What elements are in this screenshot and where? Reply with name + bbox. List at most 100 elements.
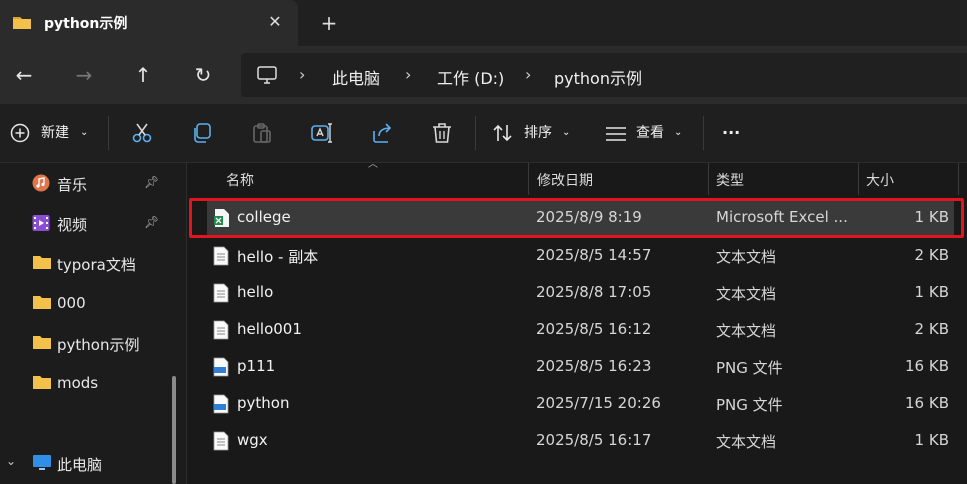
folder-icon	[12, 14, 32, 34]
file-name: python	[237, 394, 290, 412]
file-row[interactable]: p111 2025/8/5 16:23 PNG 文件 16 KB	[187, 348, 967, 385]
folder-icon	[32, 294, 52, 314]
text-file-icon	[213, 246, 229, 270]
computer-icon	[32, 454, 52, 476]
file-name: hello001	[237, 320, 302, 338]
sidebar-item-this-pc[interactable]: ⌄ 此电脑	[0, 446, 186, 480]
copy-icon	[191, 122, 213, 155]
close-tab-icon[interactable]: ✕	[263, 10, 287, 34]
sidebar-item-label: 此电脑	[57, 456, 103, 474]
sidebar-item-label: typora文档	[57, 256, 136, 274]
navigation-pane: 音乐 📌︎ 视频 📌︎ typora文档 000 python示例 mods ⌄	[0, 163, 186, 484]
file-size: 16 KB	[905, 394, 949, 412]
file-size: 1 KB	[914, 283, 949, 301]
clipboard-icon	[251, 122, 273, 155]
png-file-icon	[213, 394, 229, 418]
command-bar: 新建 ⌄ 排序 ⌄ 查看 ⌄ ···	[0, 104, 967, 163]
file-type: 文本文档	[716, 285, 777, 303]
highlight-box	[189, 198, 964, 238]
breadcrumb-python-example[interactable]: python示例	[554, 65, 642, 89]
sidebar-item-label: mods	[57, 374, 99, 392]
file-date: 2025/8/5 16:12	[536, 320, 652, 338]
pin-icon: 📌︎	[144, 215, 160, 229]
file-name: hello - 副本	[237, 248, 319, 266]
chevron-down-icon: ⌄	[674, 127, 683, 138]
delete-button[interactable]	[429, 118, 455, 148]
file-size: 2 KB	[914, 246, 949, 264]
refresh-button[interactable]: ↻	[188, 60, 218, 90]
file-row[interactable]: hello 2025/8/8 17:05 文本文档 1 KB	[187, 274, 967, 311]
file-date: 2025/8/5 16:23	[536, 357, 652, 375]
breadcrumb-separator: ›	[405, 65, 412, 84]
paste-button[interactable]	[249, 118, 275, 148]
tab-bar: python示例 ✕ +	[0, 0, 967, 46]
file-row[interactable]: hello001 2025/8/5 16:12 文本文档 2 KB	[187, 311, 967, 348]
video-icon	[32, 214, 50, 236]
file-name: wgx	[237, 431, 268, 449]
navigation-bar: ← → ↑ ↻ › 此电脑 › 工作 (D:) › python示例	[0, 46, 967, 104]
column-divider[interactable]	[858, 163, 859, 195]
file-row[interactable]: wgx 2025/8/5 16:17 文本文档 1 KB	[187, 422, 967, 459]
sort-ascending-icon: ︿	[368, 159, 378, 170]
share-button[interactable]	[369, 118, 395, 148]
file-type: 文本文档	[716, 322, 777, 340]
monitor-icon	[257, 66, 277, 88]
file-type: PNG 文件	[716, 359, 783, 377]
share-icon	[371, 122, 393, 155]
text-file-icon	[213, 320, 229, 344]
sidebar-item-000[interactable]: 000	[0, 286, 186, 320]
file-row[interactable]: python 2025/7/15 20:26 PNG 文件 16 KB	[187, 385, 967, 422]
pin-icon: 📌︎	[144, 175, 160, 189]
copy-button[interactable]	[189, 118, 215, 148]
breadcrumb-this-pc[interactable]: 此电脑	[332, 65, 380, 89]
png-file-icon	[213, 357, 229, 381]
sidebar-item-typora[interactable]: typora文档	[0, 246, 186, 280]
sidebar-item-video[interactable]: 视频 📌︎	[0, 206, 186, 240]
trash-icon	[431, 122, 453, 155]
back-button[interactable]: ←	[9, 60, 39, 90]
rename-button[interactable]	[309, 118, 335, 148]
sort-button[interactable]: 排序 ⌄	[492, 118, 572, 148]
file-size: 1 KB	[914, 431, 949, 449]
column-divider[interactable]	[528, 163, 529, 195]
file-size: 2 KB	[914, 320, 949, 338]
new-button[interactable]: 新建 ⌄	[10, 118, 90, 148]
file-date: 2025/8/8 17:05	[536, 283, 652, 301]
cut-button[interactable]	[129, 118, 155, 148]
sort-label: 排序	[524, 125, 552, 141]
column-divider[interactable]	[708, 163, 709, 195]
forward-button[interactable]: →	[69, 60, 99, 90]
view-button[interactable]: 查看 ⌄	[605, 118, 685, 148]
divider	[475, 116, 476, 150]
folder-icon	[32, 334, 52, 354]
breadcrumb-separator: ›	[299, 65, 306, 84]
folder-icon	[32, 374, 52, 394]
tab-python-example[interactable]: python示例 ✕	[0, 0, 298, 46]
chevron-down-icon[interactable]: ⌄	[6, 454, 16, 468]
address-bar[interactable]: › 此电脑 › 工作 (D:) › python示例	[241, 53, 967, 97]
more-options-button[interactable]: ···	[722, 118, 748, 148]
file-name: p111	[237, 357, 276, 375]
up-button[interactable]: ↑	[128, 60, 158, 90]
file-type: PNG 文件	[716, 396, 783, 414]
file-date: 2025/8/5 14:57	[536, 246, 652, 264]
new-tab-button[interactable]: +	[316, 10, 342, 36]
sidebar-item-music[interactable]: 音乐 📌︎	[0, 166, 186, 200]
file-row[interactable]: hello - 副本 2025/8/5 14:57 文本文档 2 KB	[187, 237, 967, 274]
file-name: hello	[237, 283, 274, 301]
sidebar-item-label: python示例	[57, 336, 140, 354]
breadcrumb-drive-d[interactable]: 工作 (D:)	[437, 65, 504, 89]
view-label: 查看	[636, 125, 664, 141]
rename-icon	[311, 122, 333, 155]
sidebar-item-mods[interactable]: mods	[0, 366, 186, 400]
file-type: 文本文档	[716, 433, 777, 451]
file-date: 2025/8/5 16:17	[536, 431, 652, 449]
music-icon	[32, 174, 50, 196]
file-type: 文本文档	[716, 248, 777, 266]
sidebar-scrollbar[interactable]	[172, 376, 176, 484]
sidebar-item-python-example[interactable]: python示例	[0, 326, 186, 360]
sidebar-item-label: 视频	[57, 216, 88, 234]
column-divider[interactable]	[958, 163, 959, 195]
scissors-icon	[131, 122, 153, 155]
sort-icon	[492, 123, 514, 154]
